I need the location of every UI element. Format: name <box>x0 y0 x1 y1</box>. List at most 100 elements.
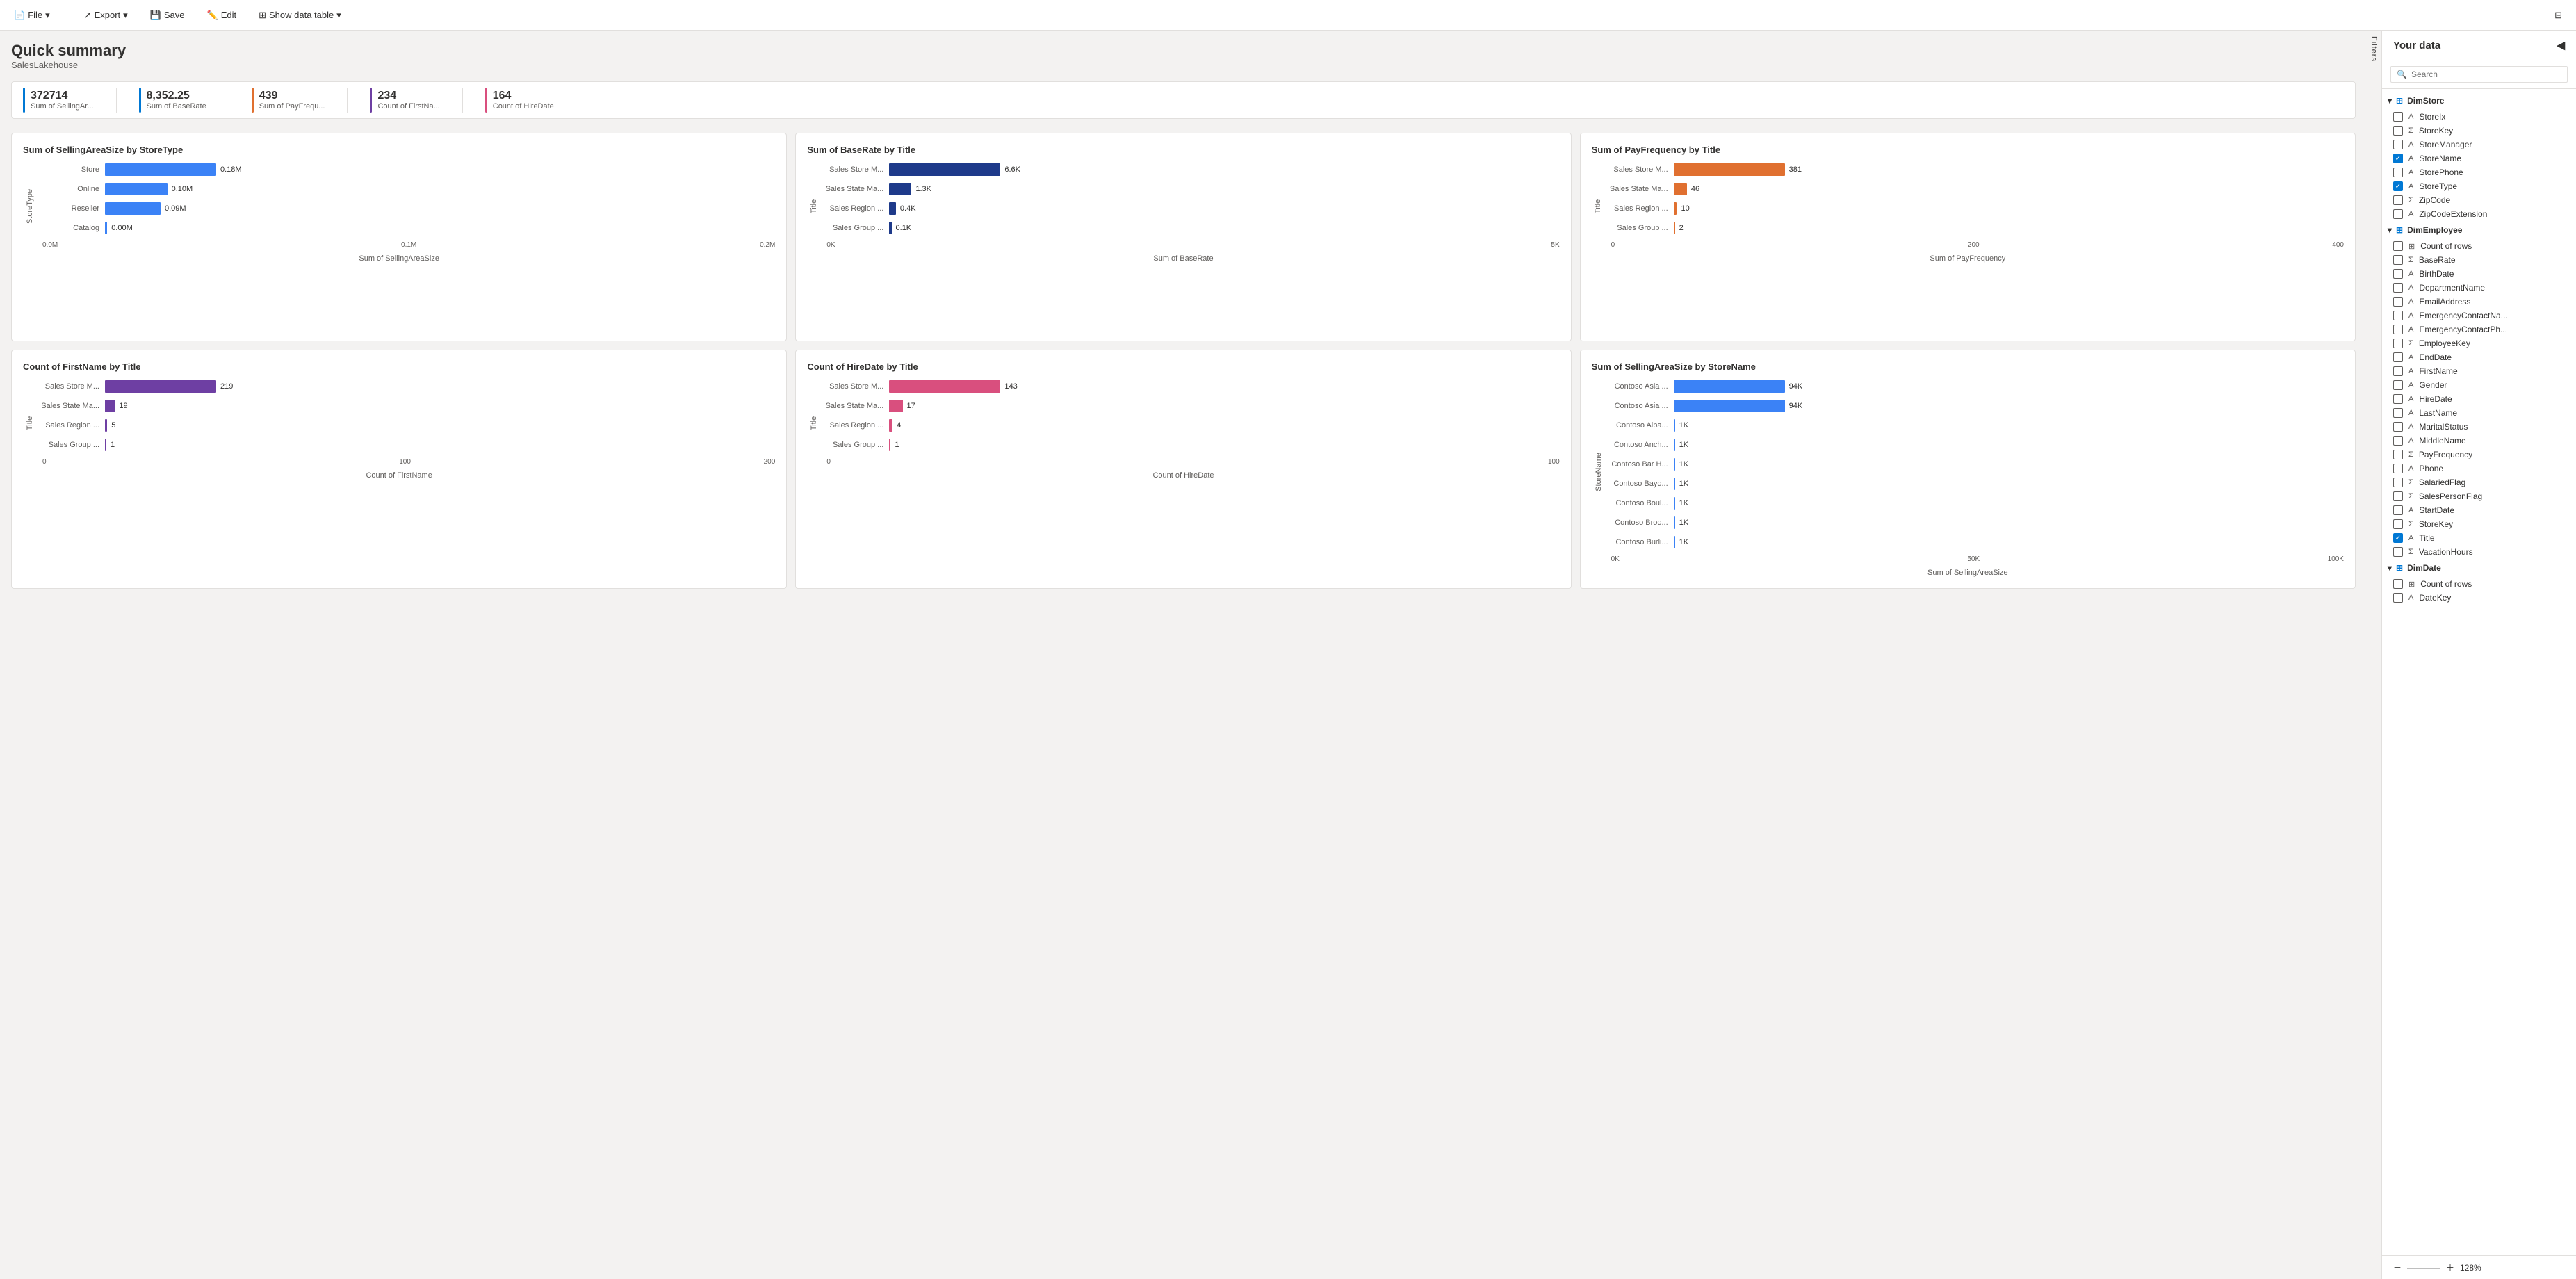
zoom-in-button[interactable]: ＋ <box>2446 1262 2454 1273</box>
text-icon-0-0: A <box>2408 113 2413 121</box>
bar-container-1: 1.3K <box>889 183 1559 195</box>
sidebar-item-2-1[interactable]: A DateKey <box>2382 591 2576 605</box>
bar-value-2: 5 <box>111 421 115 430</box>
sidebar-item-0-1[interactable]: Σ StoreKey <box>2382 124 2576 138</box>
x-tick-2: 200 <box>764 458 776 466</box>
your-data-title: Your data <box>2393 40 2440 51</box>
sidebar-item-1-4[interactable]: A EmailAddress <box>2382 295 2576 309</box>
sidebar-item-0-0[interactable]: A StoreIx <box>2382 110 2576 124</box>
sidebar-item-1-0[interactable]: ⊞ Count of rows <box>2382 239 2576 253</box>
sidebar-item-1-2[interactable]: A BirthDate <box>2382 267 2576 281</box>
sigma-icon-1-7: Σ <box>2408 339 2413 348</box>
sidebar-item-1-16[interactable]: A Phone <box>2382 462 2576 475</box>
sidebar-item-1-22[interactable]: Σ VacationHours <box>2382 545 2576 559</box>
sidebar-item-1-13[interactable]: A MaritalStatus <box>2382 420 2576 434</box>
unchecked-box-0-1 <box>2393 126 2403 136</box>
item-label-1-14: MiddleName <box>2419 436 2465 446</box>
bar-row-0: Store 0.18M <box>37 163 775 176</box>
unchecked-box-1-0 <box>2393 241 2403 251</box>
unchecked-box-0-7 <box>2393 209 2403 219</box>
sidebar-item-1-15[interactable]: Σ PayFrequency <box>2382 448 2576 462</box>
bar-row-3: Sales Group ... 0.1K <box>821 222 1559 234</box>
kpi-label-0: Sum of SellingAr... <box>31 102 94 111</box>
sidebar-item-1-5[interactable]: A EmergencyContactNa... <box>2382 309 2576 323</box>
sidebar-item-1-18[interactable]: Σ SalesPersonFlag <box>2382 489 2576 503</box>
export-button[interactable]: ↗ Export ▾ <box>79 7 133 24</box>
unchecked-box-1-20 <box>2393 519 2403 529</box>
sidebar-item-1-11[interactable]: A HireDate <box>2382 392 2576 406</box>
sidebar-item-1-21[interactable]: A Title <box>2382 531 2576 545</box>
window-restore-button[interactable]: ⊟ <box>2549 7 2568 24</box>
bar-label-2: Contoso Alba... <box>1606 421 1668 430</box>
chart-body: Title Sales Store M... 381 Sales State M… <box>1592 163 2344 249</box>
sidebar-item-1-7[interactable]: Σ EmployeeKey <box>2382 336 2576 350</box>
bar-container-4: 1K <box>1674 458 2344 471</box>
sidebar-item-0-7[interactable]: A ZipCodeExtension <box>2382 207 2576 221</box>
bar-container-2: 4 <box>889 419 1559 432</box>
sidebar-item-1-12[interactable]: A LastName <box>2382 406 2576 420</box>
bar-row-1: Sales State Ma... 19 <box>37 400 775 412</box>
sidebar-section-2[interactable]: ▾ ⊞ DimDate <box>2382 559 2576 577</box>
bars-area: Sales Store M... 219 Sales State Ma... 1… <box>37 380 775 466</box>
bar-label-0: Store <box>37 165 99 174</box>
sidebar-item-1-10[interactable]: A Gender <box>2382 378 2576 392</box>
bar-container-3: 1 <box>105 439 775 451</box>
search-icon: 🔍 <box>2397 70 2407 79</box>
sidebar-item-1-8[interactable]: A EndDate <box>2382 350 2576 364</box>
bar-label-4: Contoso Bar H... <box>1606 460 1668 469</box>
section-label-0: DimStore <box>2407 96 2444 106</box>
sidebar-section-0[interactable]: ▾ ⊞ DimStore <box>2382 92 2576 110</box>
show-data-table-button[interactable]: ⊞ Show data table ▾ <box>253 7 347 24</box>
bar-label-0: Sales Store M... <box>1606 165 1668 174</box>
bar-value-3: 1 <box>111 441 115 449</box>
sidebar-item-1-19[interactable]: A StartDate <box>2382 503 2576 517</box>
sidebar-item-0-4[interactable]: A StorePhone <box>2382 165 2576 179</box>
file-menu[interactable]: 📄 File ▾ <box>8 7 56 24</box>
sidebar-item-1-3[interactable]: A DepartmentName <box>2382 281 2576 295</box>
sidebar-item-0-2[interactable]: A StoreManager <box>2382 138 2576 152</box>
x-axis-label: Sum of BaseRate <box>807 254 1559 263</box>
text-icon-1-21: A <box>2408 534 2413 542</box>
bar-label-1: Sales State Ma... <box>821 185 883 193</box>
bar-container-1: 46 <box>1674 183 2344 195</box>
filters-label[interactable]: Filters <box>2367 31 2381 1279</box>
sigma-icon-1-15: Σ <box>2408 450 2413 459</box>
search-input[interactable] <box>2411 70 2561 79</box>
x-tick-2: 100K <box>2328 555 2344 563</box>
content-area: Quick summary SalesLakehouse 372714 Sum … <box>0 31 2367 1279</box>
sidebar-section-1[interactable]: ▾ ⊞ DimEmployee <box>2382 221 2576 239</box>
collapse-icon[interactable]: ◀ <box>2557 39 2565 51</box>
save-button[interactable]: 💾 Save <box>145 7 190 24</box>
unchecked-box-1-8 <box>2393 352 2403 362</box>
sidebar-item-0-5[interactable]: A StoreType <box>2382 179 2576 193</box>
sidebar-item-1-14[interactable]: A MiddleName <box>2382 434 2576 448</box>
sidebar-item-0-3[interactable]: A StoreName <box>2382 152 2576 165</box>
checked-icon-0-5 <box>2393 181 2403 191</box>
sidebar-item-1-6[interactable]: A EmergencyContactPh... <box>2382 323 2576 336</box>
edit-icon: ✏️ <box>207 10 218 21</box>
sidebar-item-1-17[interactable]: Σ SalariedFlag <box>2382 475 2576 489</box>
bar-2 <box>889 419 892 432</box>
bar-container-2: 5 <box>105 419 775 432</box>
kpi-accent-2 <box>252 88 254 113</box>
edit-button[interactable]: ✏️ Edit <box>202 7 243 24</box>
kpi-item-0: 372714 Sum of SellingAr... <box>23 88 94 113</box>
right-panel: Filters Your data ◀ 🔍 ▾ ⊞ DimStore A Sto… <box>2367 31 2576 1279</box>
unchecked-box-1-10 <box>2393 380 2403 390</box>
kpi-value-3: 234 <box>377 90 439 102</box>
text-icon-1-5: A <box>2408 311 2413 320</box>
x-tick-0: 0 <box>826 458 831 466</box>
sidebar-item-1-1[interactable]: Σ BaseRate <box>2382 253 2576 267</box>
unchecked-box-1-2 <box>2393 269 2403 279</box>
sidebar-item-1-20[interactable]: Σ StoreKey <box>2382 517 2576 531</box>
sidebar-item-0-6[interactable]: Σ ZipCode <box>2382 193 2576 207</box>
zoom-slider[interactable]: ———— <box>2407 1263 2440 1273</box>
sidebar-item-1-9[interactable]: A FirstName <box>2382 364 2576 378</box>
item-label-1-21: Title <box>2419 533 2434 543</box>
y-label-container: StoreName <box>1592 380 1606 563</box>
bar-row-5: Contoso Bayo... 1K <box>1606 478 2344 490</box>
zoom-out-button[interactable]: － <box>2393 1262 2402 1273</box>
unchecked-box-1-4 <box>2393 297 2403 307</box>
sidebar-item-2-0[interactable]: ⊞ Count of rows <box>2382 577 2576 591</box>
x-tick-0: 0 <box>1611 241 1615 249</box>
